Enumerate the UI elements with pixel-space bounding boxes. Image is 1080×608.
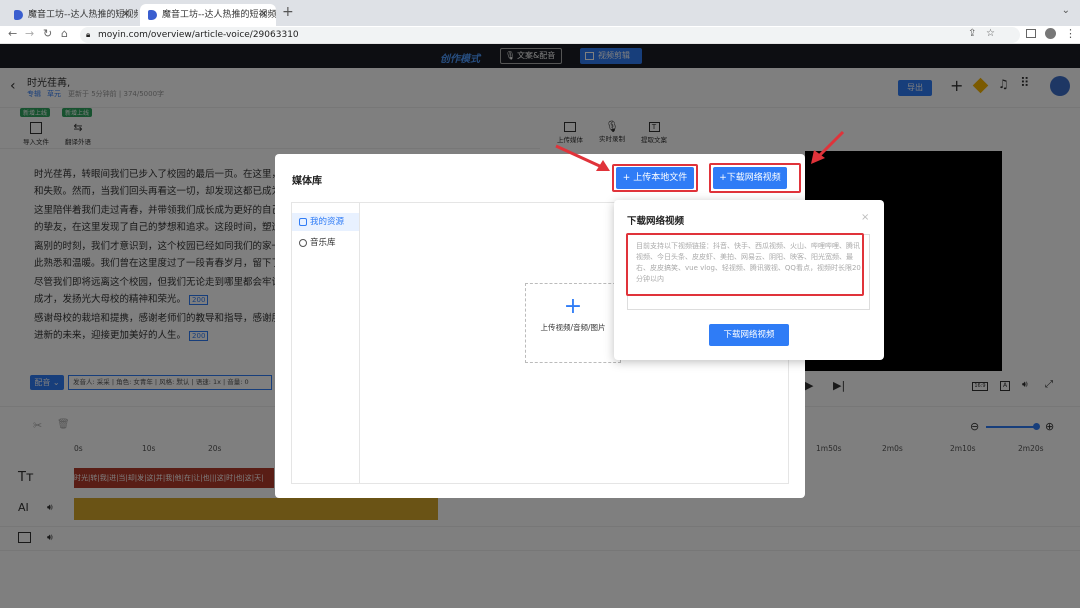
- sidebar-item-music-library[interactable]: 音乐库: [292, 234, 359, 252]
- more-menu-icon[interactable]: ⋮: [1065, 27, 1076, 40]
- back-icon[interactable]: ←: [8, 27, 17, 40]
- sidebar-item-label: 音乐库: [310, 238, 336, 248]
- browser-tab-2[interactable]: 魔音工坊--达人热推的短视频/有 ✕: [140, 4, 276, 26]
- browser-tab-1[interactable]: 魔音工坊--达人热推的短视频/有 ✕: [6, 4, 138, 26]
- home-icon[interactable]: ⌂: [61, 27, 68, 40]
- site-favicon-icon: [14, 10, 23, 20]
- share-icon[interactable]: ⇪: [968, 28, 976, 39]
- sidepanel-icon[interactable]: [1026, 29, 1036, 38]
- confirm-download-button[interactable]: 下载网络视频: [709, 324, 789, 346]
- close-tab-icon[interactable]: ✕: [260, 4, 268, 26]
- bookmark-star-icon[interactable]: ☆: [986, 28, 995, 39]
- site-favicon-icon: [148, 10, 157, 20]
- annotation-highlight-box: [626, 233, 864, 296]
- divider: [359, 202, 360, 484]
- forward-icon[interactable]: →: [25, 27, 34, 40]
- sidebar-item-my-resources[interactable]: 我的资源: [292, 213, 359, 231]
- folder-icon: [299, 218, 307, 226]
- browser-tab-bar: 魔音工坊--达人热推的短视频/有 ✕ 魔音工坊--达人热推的短视频/有 ✕ + …: [0, 0, 1080, 26]
- profile-avatar-icon[interactable]: [1045, 28, 1056, 39]
- url-field[interactable]: 🔒︎ moyin.com/overview/article-voice/2906…: [80, 27, 1020, 43]
- sidebar-item-label: 我的资源: [310, 217, 345, 227]
- upload-card[interactable]: + 上传视频/音频/图片: [525, 283, 621, 363]
- lock-icon: 🔒︎: [86, 30, 91, 39]
- download-video-popup: 下载网络视频 × 目前支持以下视频链接：抖音、快手、西瓜视频、火山、哔哩哔哩、腾…: [614, 200, 884, 360]
- url-text: moyin.com/overview/article-voice/2906331…: [98, 30, 299, 40]
- modal-title: 媒体库: [292, 176, 322, 187]
- close-icon[interactable]: ×: [861, 212, 869, 223]
- annotation-arrow-icon: [811, 130, 845, 164]
- plus-icon: +: [563, 294, 583, 319]
- reload-icon[interactable]: ↻: [43, 27, 52, 40]
- annotation-highlight-box: [709, 163, 801, 193]
- music-icon: [299, 239, 307, 247]
- close-tab-icon[interactable]: ✕: [122, 4, 130, 26]
- annotation-arrow-icon: [555, 144, 610, 171]
- popup-title: 下载网络视频: [627, 216, 685, 227]
- annotation-highlight-box: [612, 164, 698, 192]
- new-tab-icon[interactable]: +: [282, 4, 294, 20]
- upload-card-label: 上传视频/音频/图片: [540, 323, 606, 332]
- address-bar: ← → ↻ ⌂ 🔒︎ moyin.com/overview/article-vo…: [0, 26, 1080, 44]
- chevron-down-icon[interactable]: ⌄: [1062, 5, 1070, 16]
